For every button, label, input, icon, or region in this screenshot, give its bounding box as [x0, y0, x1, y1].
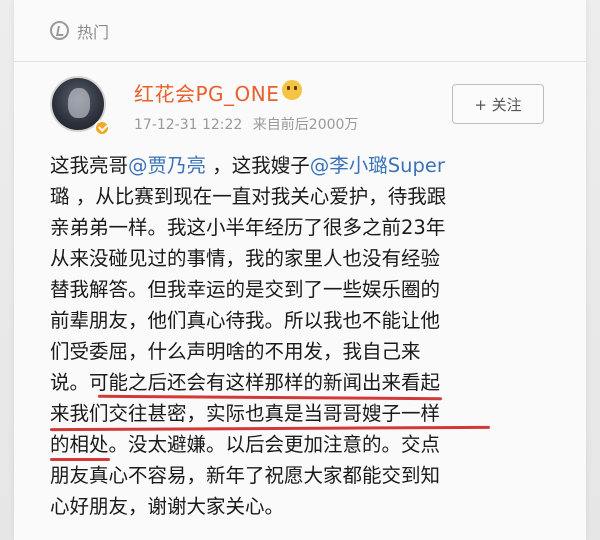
hot-section-header: 热门: [14, 0, 586, 62]
mention-link[interactable]: @贾乃亮: [128, 154, 206, 177]
verified-badge-icon: [94, 120, 110, 136]
post-line: 前辈朋友，他们真心待我。所以我也不能让他: [50, 309, 441, 332]
post-line: 替我解答。但我幸运的是交到了一些娱乐圈的: [50, 278, 441, 301]
hot-icon: [50, 21, 69, 40]
post-header: 红花会PG_ONE 17-12-31 12:22 来自前后2000万 + 关注: [14, 70, 586, 140]
post-line: 这我亮哥@贾乃亮 ，这我嫂子@李小璐Super: [50, 150, 570, 181]
red-underline: [50, 458, 110, 461]
emoji-icon: [282, 80, 302, 100]
post-line: 的相处。没太避嫌。以后会更加注意的。交点: [50, 433, 441, 456]
follow-button[interactable]: + 关注: [452, 84, 544, 124]
post-line: 们受委屈，什么声明啥的不用发，我自己来: [50, 340, 421, 363]
line-text: 这我亮哥: [50, 154, 129, 177]
post-line: 从来没碰见过的事情，我的家里人也没有经验: [50, 247, 441, 270]
avatar[interactable]: [50, 76, 110, 136]
hot-label: 热门: [77, 22, 110, 42]
weibo-post-card: 热门 红花会PG_ONE 17-12-31 12:22 来自前后2000万 + …: [14, 0, 586, 540]
mention-link[interactable]: @李小璐Super: [310, 154, 445, 177]
post-meta: 17-12-31 12:22 来自前后2000万: [134, 114, 364, 134]
post-date: 17-12-31 12:22: [134, 117, 243, 133]
post-source: 来自前后2000万: [252, 117, 359, 133]
author-name[interactable]: 红花会PG_ONE: [134, 78, 279, 107]
post-text: 这我亮哥@贾乃亮 ，这我嫂子@李小璐Super 璐 ，从比赛到现在一直对我关心爱…: [49, 150, 570, 522]
avatar-face: [68, 88, 90, 118]
post-line: 璐 ，从比赛到现在一直对我关心爱护，待我跟: [50, 185, 447, 208]
post-line: 说。可能之后还会有这样那样的新闻出来看起: [50, 371, 441, 394]
line-text: ，这我嫂子: [206, 154, 310, 177]
post-line: 来我们交往甚密，实际也真是当哥哥嫂子一样: [50, 402, 441, 425]
post-line: 亲弟弟一样。我这小半年经历了很多之前23年: [50, 216, 446, 239]
post-line: 心好朋友，谢谢大家关心。: [50, 495, 285, 518]
post-line: 朋友真心不容易，新年了祝愿大家都能交到知: [50, 464, 441, 487]
